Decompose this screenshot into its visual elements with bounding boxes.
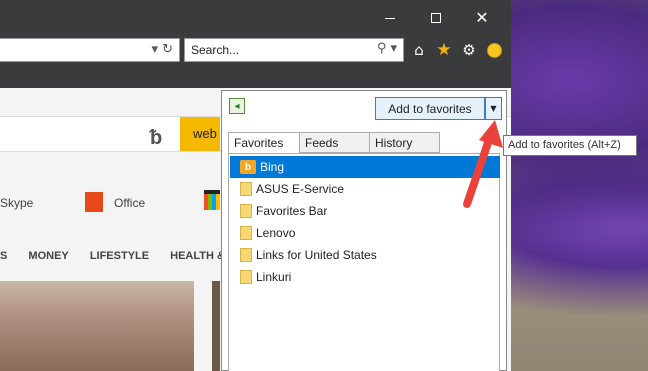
add-to-favorites-dropdown-icon[interactable]: ▼ — [485, 97, 502, 120]
home-icon[interactable]: ⌂ — [409, 40, 429, 60]
folder-icon — [240, 270, 252, 284]
news-image[interactable] — [0, 281, 194, 371]
list-item-label: Favorites Bar — [256, 204, 328, 218]
tab-favorites[interactable]: Favorites — [228, 132, 300, 154]
close-button[interactable]: ✕ — [459, 0, 505, 36]
tab-feeds[interactable]: Feeds — [299, 132, 370, 153]
feedback-smiley-icon[interactable] — [484, 40, 504, 60]
maximize-button[interactable] — [413, 0, 459, 36]
list-item-label: ASUS E-Service — [256, 182, 345, 196]
search-icon[interactable]: ⚲ ▾ — [377, 41, 397, 56]
favorites-star-icon[interactable]: ★ — [434, 40, 454, 60]
tooltip: Add to favorites (Alt+Z) — [503, 135, 637, 156]
favorites-tab-strip: Favorites Feeds History — [228, 132, 440, 154]
folder-icon — [240, 204, 252, 218]
list-item[interactable]: Linkuri — [230, 266, 500, 288]
tab-history[interactable]: History — [369, 132, 440, 153]
folder-icon — [240, 182, 252, 196]
store-icon[interactable] — [204, 190, 220, 210]
minimize-icon — [385, 17, 395, 19]
news-image[interactable] — [212, 281, 220, 371]
office-link[interactable]: Office — [114, 196, 145, 210]
search-input[interactable]: Search... — [191, 43, 239, 57]
bing-logo-icon: ᵬ — [150, 125, 163, 149]
pin-favorites-center-icon[interactable]: ◂ — [229, 98, 245, 114]
gear-icon[interactable]: ⚙ — [459, 40, 479, 60]
refresh-icon[interactable]: ▾ ↻ — [151, 42, 173, 57]
folder-icon — [240, 226, 252, 240]
category-tab[interactable]: S — [0, 250, 7, 262]
web-search-button[interactable]: web — [180, 117, 220, 151]
close-icon: ✕ — [475, 8, 489, 27]
list-item[interactable]: Lenovo — [230, 222, 500, 244]
category-tab-money[interactable]: MONEY — [28, 250, 68, 262]
news-category-tabs: S MONEY LIFESTYLE HEALTH & FI — [0, 250, 256, 262]
list-item-label: Linkuri — [256, 270, 292, 284]
list-item-label: Links for United States — [256, 248, 377, 262]
skype-link[interactable]: Skype — [0, 196, 33, 210]
maximize-icon — [431, 13, 441, 23]
address-bar[interactable]: ▾ ↻ — [0, 38, 180, 62]
office-icon[interactable] — [85, 192, 103, 212]
category-tab-lifestyle[interactable]: LIFESTYLE — [90, 250, 149, 262]
add-to-favorites-button[interactable]: Add to favorites — [375, 97, 485, 120]
title-bar: ✕ — [0, 0, 511, 36]
minimize-button[interactable] — [367, 0, 413, 36]
search-box[interactable]: Search... ⚲ ▾ — [184, 38, 404, 62]
list-item-label: Bing — [260, 160, 285, 174]
red-arrow-annotation-icon — [463, 120, 503, 208]
folder-icon — [240, 248, 252, 262]
list-item[interactable]: Links for United States — [230, 244, 500, 266]
bing-icon: b — [240, 160, 256, 174]
list-item-label: Lenovo — [256, 226, 296, 240]
